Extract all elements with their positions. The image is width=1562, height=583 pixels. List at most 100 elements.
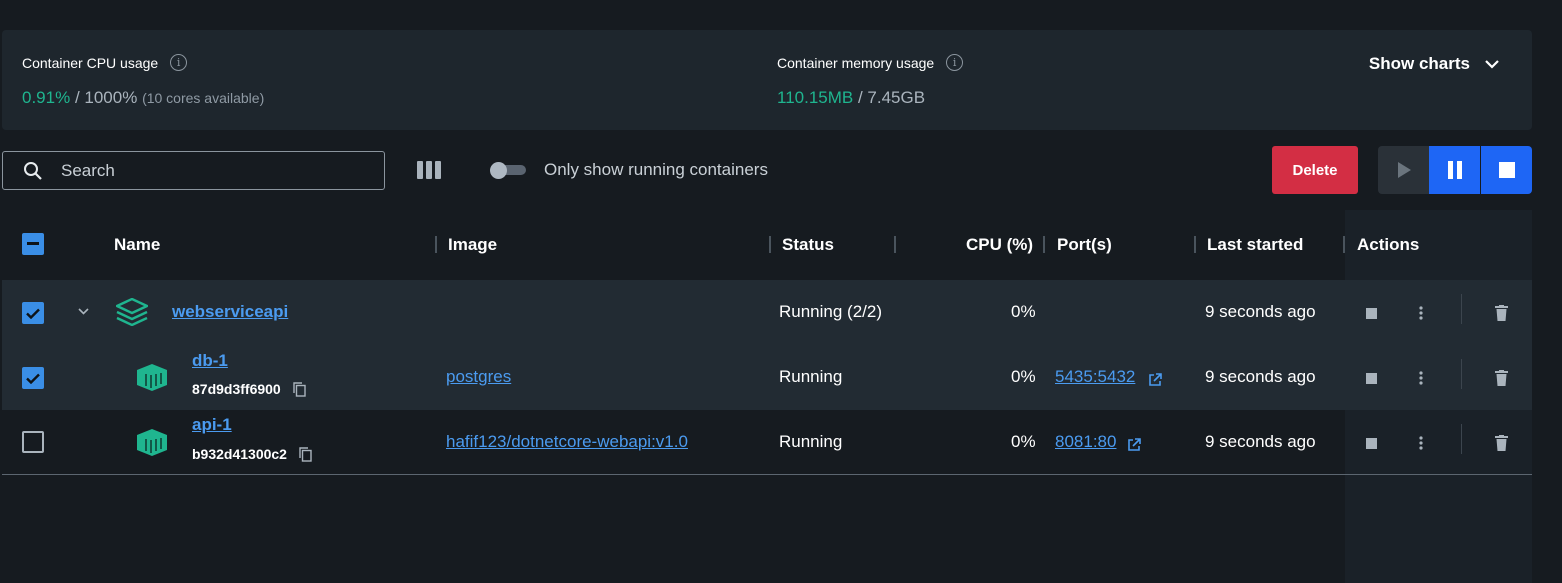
columns-icon[interactable] (417, 161, 441, 179)
more-options-button[interactable] (1412, 432, 1430, 454)
info-icon[interactable]: i (946, 54, 964, 71)
info-icon[interactable]: i (170, 54, 188, 71)
more-options-button[interactable] (1412, 302, 1430, 324)
delete-row-button[interactable] (1492, 432, 1510, 454)
column-header-ports[interactable]: Port(s) (1057, 235, 1112, 255)
column-header-last-started[interactable]: Last started (1207, 235, 1303, 255)
pause-button[interactable] (1429, 146, 1480, 194)
container-icon (137, 429, 167, 456)
table-row[interactable]: api-1 b932d41300c2 hafif123/dotnetcore-w… (2, 410, 1532, 475)
container-name-link[interactable]: db-1 (192, 351, 228, 371)
image-link[interactable]: postgres (446, 367, 511, 387)
delete-row-button[interactable] (1492, 302, 1510, 324)
trash-icon (1494, 435, 1508, 451)
delete-row-button[interactable] (1492, 367, 1510, 389)
trash-icon (1494, 305, 1508, 321)
stop-icon (1365, 307, 1377, 319)
container-name-link[interactable]: api-1 (192, 415, 232, 435)
cpu-value: 0% (1011, 432, 1036, 451)
row-checkbox[interactable] (22, 367, 44, 389)
minus-icon (27, 242, 39, 245)
stop-button[interactable] (1362, 370, 1380, 386)
column-header-status[interactable]: Status (782, 235, 834, 255)
check-icon (26, 308, 40, 319)
stop-icon (1365, 372, 1377, 384)
memory-usage-value: 110.15MB / 7.45GB (777, 88, 925, 108)
port-link[interactable]: 8081:80 (1055, 432, 1116, 452)
row-checkbox[interactable] (22, 431, 44, 453)
memory-total: / 7.45GB (857, 88, 926, 107)
cpu-usage-title: Container CPU usage i (22, 54, 188, 71)
container-icon (137, 364, 167, 391)
container-id-text: b932d41300c2 (192, 446, 287, 462)
select-all-checkbox[interactable] (22, 233, 44, 255)
copy-icon[interactable] (293, 381, 306, 397)
status-text: Running (2/2) (779, 302, 883, 321)
table-row-group[interactable]: webserviceapi Running (2/2) 0% 9 seconds… (2, 280, 1532, 345)
memory-used: 110.15MB (777, 88, 854, 107)
show-charts-label: Show charts (1368, 54, 1470, 73)
chevron-down-icon[interactable] (78, 308, 89, 315)
more-options-button[interactable] (1412, 367, 1430, 389)
more-vertical-icon (1419, 306, 1423, 320)
container-id-text: 87d9d3ff6900 (192, 381, 281, 397)
container-id: 87d9d3ff6900 (192, 381, 306, 397)
stop-button[interactable] (1362, 435, 1380, 451)
row-checkbox[interactable] (22, 302, 44, 324)
column-header-actions: Actions (1357, 235, 1420, 254)
trash-icon (1494, 370, 1508, 386)
cpu-usage-percent: 0.91% (22, 88, 71, 107)
cpu-usage-label: Container CPU usage (22, 54, 159, 71)
running-only-toggle[interactable] (490, 162, 526, 179)
table-header: Name Image Status CPU (%) Port(s) Last s… (2, 222, 1532, 266)
stack-icon (116, 298, 148, 326)
port-link[interactable]: 5435:5432 (1055, 367, 1135, 387)
column-divider[interactable] (769, 236, 771, 253)
copy-icon[interactable] (299, 446, 312, 462)
stop-button[interactable] (1362, 305, 1380, 321)
more-vertical-icon (1419, 436, 1423, 450)
play-icon (1397, 162, 1411, 178)
cpu-usage-total: / 1000% (74, 88, 138, 107)
column-divider[interactable] (435, 236, 437, 253)
cpu-usage-value: 0.91% / 1000% (10 cores available) (22, 88, 264, 108)
cpu-cores-available: (10 cores available) (142, 90, 265, 106)
cpu-value: 0% (1011, 302, 1036, 321)
last-started-text: 9 seconds ago (1205, 302, 1316, 321)
column-header-image[interactable]: Image (448, 235, 497, 255)
table-row[interactable]: db-1 87d9d3ff6900 postgres Running 0% 54… (2, 345, 1532, 410)
external-link-icon[interactable] (1148, 373, 1162, 387)
check-icon (26, 373, 40, 384)
search-icon (24, 161, 42, 180)
search-input[interactable] (59, 159, 363, 182)
action-divider (1461, 359, 1462, 389)
search-box[interactable] (2, 151, 385, 190)
action-divider (1461, 424, 1462, 454)
start-button[interactable] (1378, 146, 1429, 194)
column-divider[interactable] (1194, 236, 1196, 253)
column-divider[interactable] (894, 236, 896, 253)
running-only-label: Only show running containers (544, 160, 768, 179)
column-header-cpu[interactable]: CPU (%) (966, 235, 1033, 255)
column-header-name[interactable]: Name (114, 235, 160, 255)
more-vertical-icon (1419, 371, 1423, 385)
stats-panel: Container CPU usage i 0.91% / 1000% (10 … (2, 30, 1532, 130)
image-link[interactable]: hafif123/dotnetcore-webapi:v1.0 (446, 432, 688, 452)
stop-button[interactable] (1481, 146, 1532, 194)
status-text: Running (779, 432, 843, 451)
column-divider[interactable] (1043, 236, 1045, 253)
group-name-link[interactable]: webserviceapi (172, 302, 288, 322)
action-divider (1461, 294, 1462, 324)
cpu-value: 0% (1011, 367, 1036, 386)
external-link-icon[interactable] (1127, 438, 1141, 452)
last-started-text: 9 seconds ago (1205, 432, 1316, 451)
toggle-knob (490, 162, 507, 179)
show-charts-button[interactable]: Show charts (1369, 54, 1500, 74)
last-started-text: 9 seconds ago (1205, 367, 1316, 386)
status-text: Running (779, 367, 843, 386)
stop-icon (1498, 162, 1515, 178)
column-divider[interactable] (1343, 236, 1345, 253)
stop-icon (1365, 437, 1377, 449)
chevron-down-icon (1485, 60, 1499, 69)
delete-button[interactable]: Delete (1272, 146, 1358, 194)
